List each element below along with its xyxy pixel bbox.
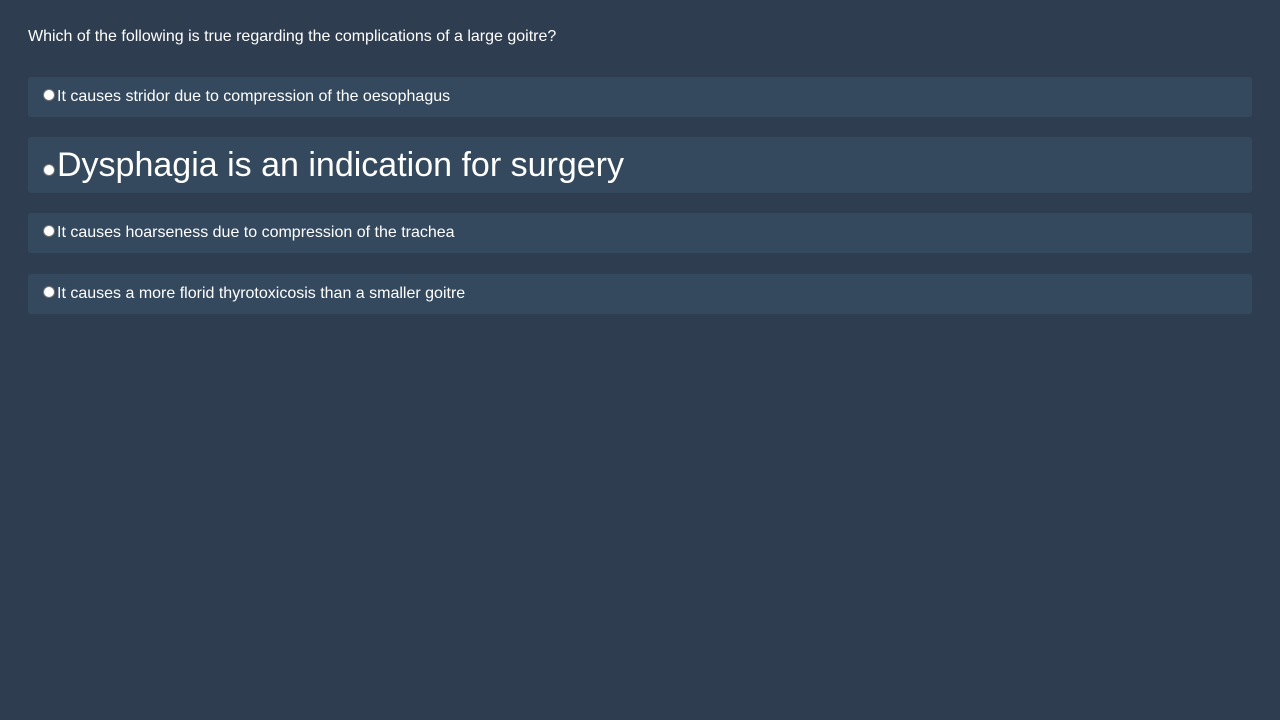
answer-option-3[interactable]: It causes hoarseness due to compression …	[28, 213, 1252, 253]
answer-option-1-label: It causes stridor due to compression of …	[57, 88, 451, 105]
question-text: Which of the following is true regarding…	[28, 28, 557, 45]
answer-option-1[interactable]: It causes stridor due to compression of …	[28, 77, 1252, 117]
answer-option-2[interactable]: Dysphagia is an indication for surgery	[28, 137, 1252, 193]
answer-option-2-label: Dysphagia is an indication for surgery	[57, 146, 624, 184]
answer-option-4-label: It causes a more florid thyrotoxicosis t…	[57, 285, 466, 302]
radio-button-3[interactable]	[43, 225, 55, 237]
answer-option-4[interactable]: It causes a more florid thyrotoxicosis t…	[28, 274, 1252, 314]
radio-button-4[interactable]	[43, 286, 55, 298]
radio-button-2[interactable]	[43, 164, 55, 176]
radio-button-1[interactable]	[43, 89, 55, 101]
answer-option-3-label: It causes hoarseness due to compression …	[57, 224, 455, 241]
